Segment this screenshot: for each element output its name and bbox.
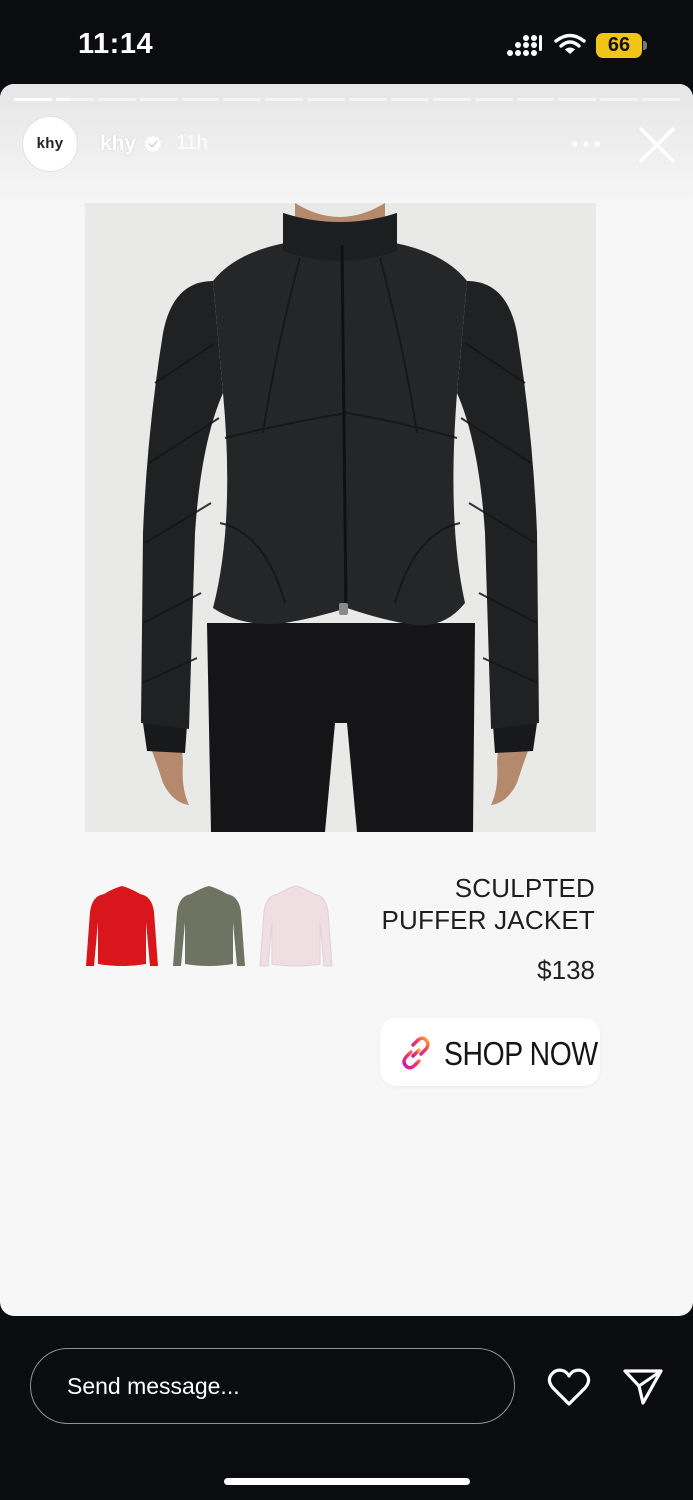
product-name-line-2: PUFFER JACKET <box>381 905 595 935</box>
account-username[interactable]: khy <box>100 132 136 156</box>
product-photo <box>85 203 596 832</box>
story-progress-segment <box>432 98 471 101</box>
wifi-icon <box>554 33 586 54</box>
status-time: 11:14 <box>78 28 154 60</box>
battery-icon: 66 <box>596 33 648 58</box>
battery-cap <box>643 41 647 50</box>
send-message-input[interactable]: Send message... <box>30 1348 515 1424</box>
story-progress-fill <box>55 98 70 101</box>
story-progress-segment <box>349 98 387 101</box>
shop-now-label: SHOP NOW <box>444 1035 598 1072</box>
home-indicator <box>224 1478 470 1485</box>
story-progress-segment <box>55 98 94 101</box>
story-progress-segment <box>14 98 52 101</box>
send-icon[interactable] <box>622 1366 664 1406</box>
swatch-red-jacket[interactable] <box>84 882 160 972</box>
story-progress-fill <box>14 98 52 101</box>
story-card[interactable]: khy khy 11h SCULPTED PUFFER JACKET $138 … <box>0 84 693 1316</box>
battery-level: 66 <box>596 33 642 58</box>
status-bar: 11:14 66 <box>0 0 693 84</box>
swatch-pink-jacket[interactable] <box>258 882 334 972</box>
story-progress-segment <box>139 98 178 101</box>
story-progress-segment <box>307 98 345 101</box>
story-progress-segment <box>558 98 597 101</box>
product-name-line-1: SCULPTED <box>454 873 595 903</box>
verified-badge-icon <box>145 135 161 152</box>
story-progress-segment <box>97 98 136 101</box>
story-progress-segment <box>516 98 555 101</box>
story-progress-segment <box>642 98 680 101</box>
heart-icon[interactable] <box>547 1367 591 1407</box>
story-progress-segment <box>390 98 429 101</box>
story-progress-segment <box>223 98 262 101</box>
send-message-placeholder: Send message... <box>67 1373 240 1399</box>
product-name: SCULPTED PUFFER JACKET <box>335 872 595 936</box>
product-price: $138 <box>537 955 595 985</box>
link-icon <box>402 1036 430 1070</box>
close-icon[interactable] <box>638 126 676 164</box>
swatch-olive-jacket[interactable] <box>171 882 247 972</box>
more-icon[interactable] <box>570 132 602 156</box>
post-time-ago: 11h <box>176 132 208 154</box>
story-progress-bar <box>14 98 680 102</box>
shop-now-link-sticker[interactable]: SHOP NOW <box>380 1018 600 1086</box>
story-progress-segment <box>265 98 304 101</box>
black-puffer-jacket-illustration <box>85 203 596 832</box>
account-avatar[interactable]: khy <box>22 116 78 172</box>
story-progress-segment <box>181 98 220 101</box>
cellular-signal-icon <box>507 35 542 56</box>
story-progress-segment <box>474 98 513 101</box>
story-progress-segment <box>600 98 639 101</box>
